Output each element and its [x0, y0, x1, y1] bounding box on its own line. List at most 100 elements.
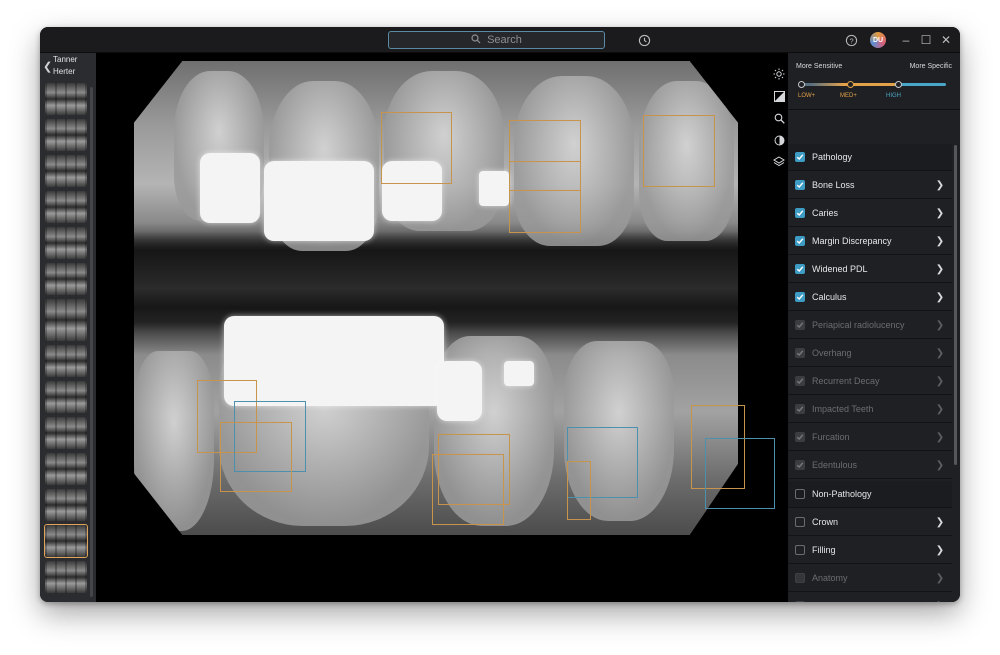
history-icon[interactable] [636, 32, 652, 48]
checkbox-bone-loss[interactable] [795, 180, 805, 190]
sidebar-scrollbar[interactable] [90, 87, 93, 597]
chevron-right-icon[interactable]: ❯ [934, 292, 946, 303]
avatar[interactable]: DU [870, 32, 886, 48]
maximize-icon[interactable]: ☐ [918, 32, 934, 48]
checkbox-recurrent-decay[interactable] [795, 376, 805, 386]
chevron-right-icon[interactable]: ❯ [934, 432, 946, 443]
filter-row-recurrent-decay[interactable]: Recurrent Decay❯ [788, 368, 952, 395]
minimize-icon[interactable]: – [898, 32, 914, 48]
checkbox-furcation[interactable] [795, 432, 805, 442]
filter-row-impacted-teeth[interactable]: Impacted Teeth❯ [788, 396, 952, 423]
finding-box-orange[interactable] [220, 422, 292, 492]
slider-stop-low[interactable] [798, 81, 805, 88]
xray-thumbnail[interactable] [45, 561, 87, 593]
xray-thumbnail[interactable] [45, 453, 87, 485]
chevron-right-icon[interactable]: ❯ [934, 348, 946, 359]
chevron-left-icon[interactable]: ❮ [43, 60, 52, 73]
xray-thumbnail[interactable] [45, 417, 87, 449]
finding-box-blue[interactable] [705, 438, 775, 509]
search-input[interactable]: Search [388, 31, 605, 49]
finding-box-orange[interactable] [643, 115, 715, 187]
chevron-right-icon[interactable]: ❯ [934, 180, 946, 191]
xray-thumbnail[interactable] [45, 381, 87, 413]
checkbox-calculus[interactable] [795, 292, 805, 302]
filter-label: Furcation [812, 432, 934, 442]
brightness-icon[interactable] [772, 67, 786, 81]
checkbox-edentulous[interactable] [795, 460, 805, 470]
filter-row-periapical-radiolucency[interactable]: Periapical radiolucency❯ [788, 312, 952, 339]
checkbox-non-pathology[interactable] [795, 489, 805, 499]
xray-thumbnail[interactable] [45, 263, 87, 295]
chevron-right-icon[interactable]: ❯ [934, 601, 946, 603]
filter-row-margin-discrepancy[interactable]: Margin Discrepancy❯ [788, 228, 952, 255]
chevron-right-icon[interactable]: ❯ [934, 236, 946, 247]
close-icon[interactable]: ✕ [938, 32, 954, 48]
findings-panel: More Sensitive More Specific LOW+ MED+ H… [788, 53, 960, 602]
checkbox-widened-pdl[interactable] [795, 264, 805, 274]
sensitivity-labels: More Sensitive More Specific [796, 63, 952, 70]
checkbox-implant[interactable] [795, 601, 805, 602]
xray-thumbnail[interactable] [45, 227, 87, 259]
filter-label: Non-Pathology [812, 489, 952, 499]
filter-row-implant[interactable]: Implant❯ [788, 593, 952, 602]
finding-box-orange[interactable] [381, 112, 452, 184]
finding-box-orange[interactable] [432, 454, 504, 525]
filter-label: Periapical radiolucency [812, 320, 934, 330]
xray-thumbnail[interactable] [45, 191, 87, 223]
filter-row-widened-pdl[interactable]: Widened PDL❯ [788, 256, 952, 283]
finding-box-orange[interactable] [567, 461, 591, 520]
checkbox-periapical-radiolucency[interactable] [795, 320, 805, 330]
filter-row-non-pathology[interactable]: Non-Pathology [788, 481, 952, 508]
sensitivity-slider[interactable] [800, 83, 946, 86]
chevron-right-icon[interactable]: ❯ [934, 460, 946, 471]
checkbox-filling[interactable] [795, 545, 805, 555]
xray-thumbnail[interactable] [45, 155, 87, 187]
filter-label: Caries [812, 208, 934, 218]
xray-thumbnail[interactable] [45, 299, 87, 341]
filter-row-edentulous[interactable]: Edentulous❯ [788, 452, 952, 479]
filter-row-crown[interactable]: Crown❯ [788, 509, 952, 536]
checkbox-caries[interactable] [795, 208, 805, 218]
checkbox-impacted-teeth[interactable] [795, 404, 805, 414]
filter-row-furcation[interactable]: Furcation❯ [788, 424, 952, 451]
contrast-adjust-icon[interactable] [772, 89, 786, 103]
xray-thumbnail[interactable] [45, 83, 87, 115]
checkbox-margin-discrepancy[interactable] [795, 236, 805, 246]
chevron-right-icon[interactable]: ❯ [934, 573, 946, 584]
slider-handle[interactable] [847, 81, 854, 88]
chevron-right-icon[interactable]: ❯ [934, 517, 946, 528]
filter-row-filling[interactable]: Filling❯ [788, 537, 952, 564]
patient-header[interactable]: ❮ Tanner Herter [40, 53, 96, 79]
help-icon[interactable]: ? [843, 32, 859, 48]
filter-label: Recurrent Decay [812, 376, 934, 386]
panel-scrollbar[interactable] [954, 145, 957, 465]
invert-icon[interactable] [772, 133, 786, 147]
checkbox-crown[interactable] [795, 517, 805, 527]
chevron-right-icon[interactable]: ❯ [934, 320, 946, 331]
layers-icon[interactable] [772, 155, 786, 169]
filter-row-caries[interactable]: Caries❯ [788, 200, 952, 227]
filter-row-anatomy[interactable]: Anatomy❯ [788, 565, 952, 592]
slider-stop-high[interactable] [895, 81, 902, 88]
level-low-label: LOW+ [798, 93, 815, 99]
filter-row-bone-loss[interactable]: Bone Loss❯ [788, 172, 952, 199]
xray-viewer[interactable] [96, 53, 788, 602]
checkbox-overhang[interactable] [795, 348, 805, 358]
checkbox-anatomy[interactable] [795, 573, 805, 583]
xray-thumbnail[interactable] [45, 489, 87, 521]
chevron-right-icon[interactable]: ❯ [934, 545, 946, 556]
filter-row-calculus[interactable]: Calculus❯ [788, 284, 952, 311]
filter-row-overhang[interactable]: Overhang❯ [788, 340, 952, 367]
xray-thumbnail-selected[interactable] [45, 525, 87, 557]
xray-thumbnail[interactable] [45, 345, 87, 377]
finding-box-orange[interactable] [509, 161, 581, 191]
xray-thumbnail[interactable] [45, 119, 87, 151]
chevron-right-icon[interactable]: ❯ [934, 208, 946, 219]
chevron-right-icon[interactable]: ❯ [934, 376, 946, 387]
chevron-right-icon[interactable]: ❯ [934, 404, 946, 415]
zoom-icon[interactable] [772, 111, 786, 125]
checkbox-pathology[interactable] [795, 152, 805, 162]
filter-row-pathology[interactable]: Pathology [788, 144, 952, 171]
filter-label: Impacted Teeth [812, 404, 934, 414]
chevron-right-icon[interactable]: ❯ [934, 264, 946, 275]
